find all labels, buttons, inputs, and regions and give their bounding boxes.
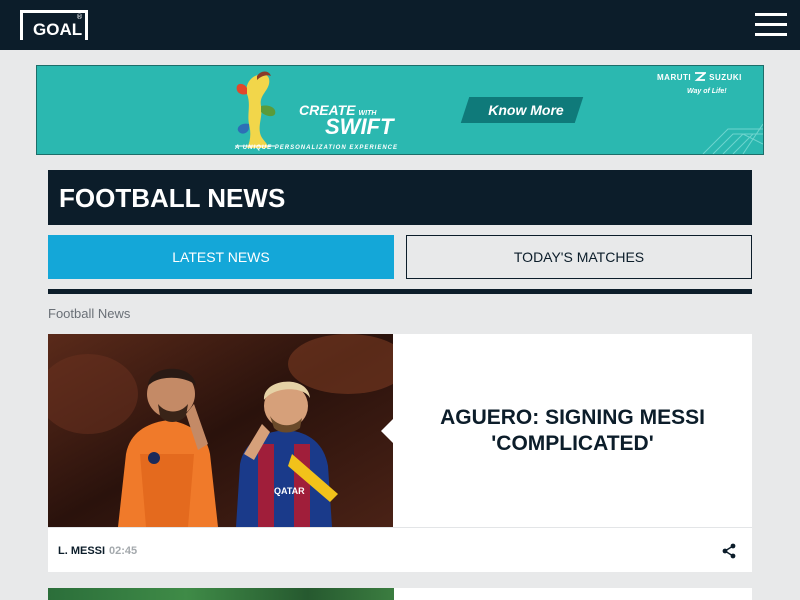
news-card-next[interactable] <box>48 588 752 600</box>
top-navigation-bar: GOAL ® <box>0 0 800 50</box>
article-time: 02:45 <box>109 545 138 557</box>
section-title: FOOTBALL NEWS <box>59 183 286 213</box>
ad-brand-logo: MARUTI SUZUKI <box>657 72 742 82</box>
logo-registered-mark: ® <box>76 13 83 21</box>
section-header: FOOTBALL NEWS <box>48 170 752 225</box>
tab-todays-matches[interactable]: TODAY'S MATCHES <box>406 235 752 279</box>
ad-figure-illustration <box>235 71 276 148</box>
breadcrumb[interactable]: Football News <box>48 306 130 322</box>
ad-headline-swift: SWIFT <box>325 114 394 139</box>
ad-tagline: A UNIQUE PERSONALIZATION EXPERIENCE <box>235 145 399 151</box>
advertisement-banner[interactable]: CREATE WITH SWIFT A UNIQUE PERSONALIZATIO… <box>36 65 764 155</box>
logo-text: GOAL <box>33 20 83 39</box>
article-tag[interactable]: L. MESSI <box>58 545 105 557</box>
article-photo[interactable]: QATAR <box>48 334 393 527</box>
suzuki-s-icon <box>694 72 707 81</box>
svg-text:QATAR: QATAR <box>274 486 305 496</box>
tab-latest-news[interactable]: LATEST NEWS <box>48 235 394 279</box>
section-divider <box>48 289 752 294</box>
goal-logo[interactable]: GOAL ® <box>20 10 88 40</box>
card-pointer-arrow <box>381 419 393 443</box>
share-icon[interactable] <box>721 543 737 559</box>
article-headline[interactable]: AGUERO: SIGNING MESSI 'COMPLICATED' <box>393 334 752 527</box>
card-footer: L. MESSI 02:45 <box>48 527 752 572</box>
news-card[interactable]: QATAR AGUERO: SIGNING MESSI 'COMPLICATED… <box>48 334 752 572</box>
article-photo-art: QATAR <box>48 334 393 527</box>
hamburger-menu-icon[interactable] <box>755 13 787 37</box>
article-photo-next[interactable] <box>48 588 394 600</box>
ad-circuit-decoration <box>702 123 763 154</box>
ad-know-more-button[interactable]: Know More <box>481 101 571 119</box>
